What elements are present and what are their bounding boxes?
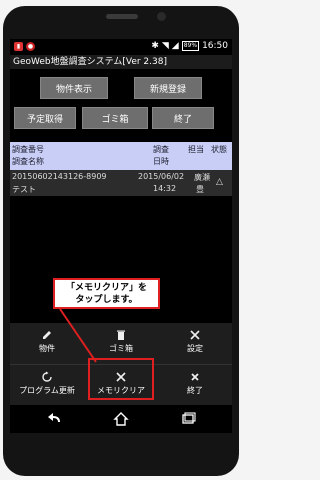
row-tanto-1: 廣瀬 <box>194 173 210 182</box>
menu-settings-label: 設定 <box>187 344 203 353</box>
status-triangle-icon: △ <box>216 177 223 187</box>
close-icon <box>191 373 199 381</box>
app-notification-icon: ● <box>26 42 35 51</box>
menu-settings[interactable]: 設定 <box>158 323 232 363</box>
clock: 16:50 <box>202 41 228 51</box>
menu-exit[interactable]: 終了 <box>158 365 232 405</box>
status-bar: ▮ ● ✱ ◥ ◢ 89% 16:50 <box>10 39 232 55</box>
instruction-callout: 「メモリクリア」を タップします。 <box>53 278 160 309</box>
back-icon[interactable] <box>46 411 62 427</box>
header-survey-name: 調査名称 <box>12 157 44 166</box>
row-date: 2015/06/02 <box>138 172 185 181</box>
menu-trash-label: ゴミ箱 <box>109 344 133 353</box>
header-status: 状態 <box>211 145 227 154</box>
nav-bar <box>10 405 232 433</box>
menu-bukken[interactable]: 物件 <box>10 323 84 363</box>
new-registration-button[interactable]: 新規登録 <box>134 77 202 99</box>
phone-speaker <box>106 14 138 19</box>
battery-indicator: 89% <box>181 41 200 51</box>
phone-frame: ▮ ● ✱ ◥ ◢ 89% 16:50 GeoWeb地盤調査システム[Ver 2… <box>3 6 239 476</box>
refresh-icon <box>42 371 52 382</box>
row-time: 14:32 <box>153 184 177 193</box>
callout-line-2: タップします。 <box>75 295 138 305</box>
callout-line-1: 「メモリクリア」を <box>65 283 147 293</box>
menu-bukken-label: 物件 <box>39 344 55 353</box>
menu-program-update-label: プログラム更新 <box>19 386 75 395</box>
menu-trash[interactable]: ゴミ箱 <box>84 323 158 363</box>
header-survey-id: 調査番号 <box>12 145 44 154</box>
bukken-display-button[interactable]: 物件表示 <box>40 77 108 99</box>
home-icon[interactable] <box>113 411 129 427</box>
signal-icon: ◢ <box>171 41 179 51</box>
trash-icon <box>117 330 125 340</box>
bluetooth-icon: ✱ <box>151 41 159 51</box>
exit-button[interactable]: 終了 <box>152 107 214 129</box>
wifi-icon: ◥ <box>161 41 169 51</box>
memory-clear-highlight <box>88 358 154 400</box>
table-header: 調査番号 調査名称 調査 日時 担当 状態 <box>10 142 232 170</box>
header-date-2: 日時 <box>153 157 169 166</box>
schedule-fetch-button[interactable]: 予定取得 <box>14 107 76 129</box>
app-title: GeoWeb地盤調査システム[Ver 2.38] <box>10 55 232 69</box>
row-survey-id: 20150602143126-8909 <box>12 172 107 181</box>
table-row[interactable]: 20150602143126-8909 テスト 2015/06/02 14:32… <box>10 170 232 196</box>
menu-program-update[interactable]: プログラム更新 <box>10 365 84 405</box>
recent-apps-icon[interactable] <box>180 411 196 427</box>
header-date-1: 調査 <box>153 145 169 154</box>
header-tanto: 担当 <box>188 145 204 154</box>
menu-exit-label: 終了 <box>187 386 203 395</box>
pencil-icon <box>43 331 51 339</box>
trash-button[interactable]: ゴミ箱 <box>82 107 148 129</box>
phone-camera <box>157 12 166 21</box>
tools-icon <box>190 330 200 340</box>
notification-icon: ▮ <box>14 42 23 51</box>
row-survey-name: テスト <box>12 185 36 194</box>
row-tanto-2: 豊 <box>196 185 204 194</box>
